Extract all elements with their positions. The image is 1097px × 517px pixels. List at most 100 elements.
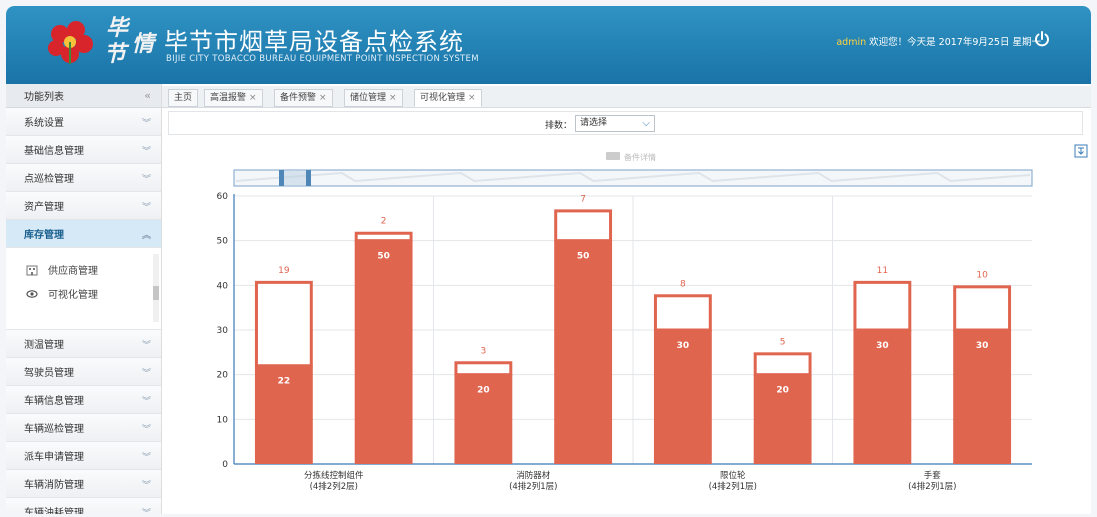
logo-char-2: 节 [104, 41, 127, 67]
sidebar-item-inspection[interactable]: 点巡检管理 ︾ [6, 164, 161, 192]
chevron-down-icon: ︾ [141, 147, 151, 157]
sidebar-item-system-settings[interactable]: 系统设置 ︾ [6, 108, 161, 136]
x-category-label: (4排2列1层) [509, 481, 557, 492]
sidebar-title: 功能列表 [24, 92, 64, 103]
x-category-label: (4排2列1层) [709, 481, 757, 492]
bar-value-label: 30 [976, 341, 989, 351]
tab-high-temp-alarm[interactable]: 高温报警 × [204, 89, 263, 107]
close-icon[interactable]: × [319, 93, 327, 103]
y-tick-label: 60 [217, 192, 229, 202]
close-icon[interactable]: × [389, 93, 397, 103]
bar-top-label: 2 [381, 217, 387, 227]
legend-swatch[interactable] [606, 152, 620, 160]
save-image-icon[interactable] [1074, 144, 1088, 158]
sidebar-header: 功能列表 « [6, 84, 161, 108]
tab-label: 高温报警 [210, 93, 247, 103]
sidebar-item-vehicle-fire[interactable]: 车辆消防管理 ︾ [6, 470, 161, 498]
sidebar-item-label: 驾驶员管理 [24, 368, 74, 379]
logo-char-3: 情 [132, 31, 155, 57]
bar-top-label: 5 [780, 337, 786, 347]
bar-top-label: 3 [481, 346, 487, 356]
chevron-down-icon: ︾ [141, 481, 151, 491]
bar-value-label: 50 [577, 252, 590, 262]
bar-value-label: 20 [776, 386, 789, 396]
row-select[interactable]: 请选择 ⌵ [575, 115, 655, 132]
welcome-text: admin 欢迎您！今天是 2017年9月25日 星期一 [836, 34, 1041, 48]
sidebar-item-basic-info[interactable]: 基础信息管理 ︾ [6, 136, 161, 164]
sidebar-item-temperature[interactable]: 测温管理 ︾ [6, 330, 161, 358]
tab-home[interactable]: 主页 [168, 89, 199, 107]
tab-spare-warning[interactable]: 备件预警 × [274, 89, 333, 107]
chevron-down-icon: ︾ [141, 119, 151, 129]
filter-bar: 排数： 请选择 ⌵ [168, 111, 1083, 135]
chevron-down-icon: ︾ [141, 453, 151, 463]
inventory-bar-chart: 备件详情 0 10 20 30 40 50 60 22 19 分拣线控制组件(4排2列2层) 50 2 2… [217, 152, 1033, 492]
bar-top-label: 7 [580, 194, 586, 204]
bar-top-label: 11 [877, 266, 888, 276]
bar-demand[interactable] [653, 294, 712, 332]
building-icon [26, 265, 38, 275]
bar-demand[interactable] [454, 361, 513, 377]
bar-demand[interactable] [354, 231, 413, 243]
sidebar: 功能列表 « 系统设置 ︾ 基础信息管理 ︾ 点巡检管理 ︾ 资产管理 ︾ 库存管理 ︽ … [6, 84, 162, 514]
sidebar-item-label: 点巡检管理 [24, 174, 74, 185]
sidebar-item-dispatch[interactable]: 派车申请管理 ︾ [6, 442, 161, 470]
bar-top-label: 10 [976, 270, 988, 280]
tab-label: 储位管理 [350, 93, 387, 103]
x-category-label: (4排2列2层) [310, 481, 358, 492]
y-tick-label: 30 [217, 326, 229, 336]
zoom-handle-left[interactable] [279, 170, 284, 186]
bar-value-label: 50 [377, 252, 390, 262]
system-title: 毕节市烟草局设备点检系统 [164, 28, 464, 56]
bar-value-label: 30 [876, 341, 889, 351]
chevron-down-icon: ︾ [141, 509, 151, 514]
tab-visualization[interactable]: 可视化管理 × [414, 89, 482, 107]
bar-demand[interactable] [554, 209, 613, 243]
bar-demand[interactable] [753, 352, 812, 377]
tab-label: 可视化管理 [420, 93, 466, 103]
sidebar-item-label: 库存管理 [24, 230, 64, 241]
y-tick-label: 10 [217, 415, 229, 425]
sidebar-item-assets[interactable]: 资产管理 ︾ [6, 192, 161, 220]
sidebar-item-vehicle-inspection[interactable]: 车辆巡检管理 ︾ [6, 414, 161, 442]
sidebar-item-drivers[interactable]: 驾驶员管理 ︾ [6, 358, 161, 386]
chevron-up-icon: ︽ [141, 231, 151, 241]
close-icon[interactable]: × [468, 93, 476, 103]
bar-stock[interactable] [554, 240, 613, 464]
x-category-label: 消防器材 [516, 470, 551, 481]
sidebar-item-vehicle-info[interactable]: 车辆信息管理 ︾ [6, 386, 161, 414]
inventory-submenu: 供应商管理 可视化管理 [6, 248, 161, 330]
close-icon[interactable]: × [249, 93, 257, 103]
system-subtitle: BIJIE CITY TOBACCO BUREAU EQUIPMENT POIN… [166, 54, 479, 64]
sidebar-item-inventory[interactable]: 库存管理 ︽ [6, 220, 161, 248]
scrollbar-thumb[interactable] [153, 286, 159, 300]
bar-value-label: 30 [677, 341, 690, 351]
sidebar-item-label: 车辆信息管理 [24, 396, 84, 407]
submenu-item-supplier[interactable]: 供应商管理 [26, 262, 98, 277]
bar-stock[interactable] [354, 240, 413, 464]
tab-bar: 主页 高温报警 × 备件预警 × 储位管理 × 可视化管理 × [162, 86, 1091, 108]
chevron-down-icon: ︾ [141, 397, 151, 407]
x-category-label: 限位轮 [720, 470, 746, 481]
app-window: 毕 节 情 毕节市烟草局设备点检系统 BIJIE CITY TOBACCO BU… [6, 6, 1091, 514]
submenu-item-label: 供应商管理 [48, 266, 98, 277]
submenu-item-label: 可视化管理 [48, 290, 98, 301]
eye-icon [26, 289, 38, 298]
bar-demand[interactable] [853, 280, 912, 332]
tab-label: 主页 [174, 93, 193, 103]
bar-demand[interactable] [254, 280, 313, 368]
username[interactable]: admin [836, 37, 866, 48]
sidebar-item-fuel[interactable]: 车辆油耗管理 ︾ [6, 498, 161, 514]
tab-storage[interactable]: 储位管理 × [344, 89, 403, 107]
sidebar-item-label: 系统设置 [24, 118, 64, 129]
submenu-item-visualization[interactable]: 可视化管理 [26, 286, 98, 301]
bar-value-label: 22 [278, 377, 291, 387]
submenu-scrollbar[interactable] [153, 254, 159, 322]
collapse-sidebar-icon[interactable]: « [144, 89, 151, 102]
zoom-handle-right[interactable] [306, 170, 311, 186]
legend-label[interactable]: 备件详情 [624, 152, 656, 162]
power-icon[interactable] [1033, 30, 1051, 48]
row-filter-label: 排数： [545, 121, 573, 131]
sidebar-item-label: 测温管理 [24, 340, 64, 351]
bar-demand[interactable] [953, 285, 1012, 332]
